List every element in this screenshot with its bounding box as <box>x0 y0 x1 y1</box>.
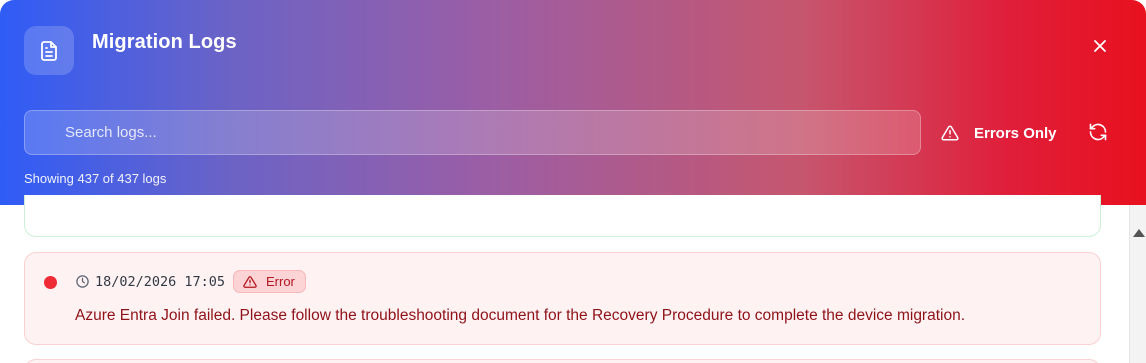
log-entry-previous <box>24 195 1101 237</box>
log-entry: 18/02/2026 17:05 Error Azure Entra Join … <box>24 252 1101 345</box>
migration-logs-modal: Migration Logs Errors Only Showing 4 <box>0 0 1146 363</box>
document-icon <box>24 26 74 75</box>
log-list: 18/02/2026 17:05 Error Azure Entra Join … <box>0 195 1146 363</box>
scroll-up-arrow-icon[interactable] <box>1133 229 1145 237</box>
log-level-label: Error <box>266 274 295 289</box>
search-input[interactable] <box>24 110 921 155</box>
clock-icon <box>76 275 89 288</box>
log-level-badge: Error <box>233 270 306 293</box>
log-entry-next <box>24 359 1101 363</box>
refresh-icon <box>1089 123 1107 141</box>
warning-icon <box>243 275 257 288</box>
close-icon <box>1094 40 1106 52</box>
modal-title: Migration Logs <box>92 31 237 53</box>
refresh-button[interactable] <box>1088 122 1108 142</box>
error-status-dot <box>44 276 57 289</box>
scrollbar[interactable] <box>1129 205 1146 363</box>
errors-only-toggle[interactable]: Errors Only <box>941 118 1057 148</box>
errors-only-label: Errors Only <box>974 124 1057 142</box>
log-timestamp: 18/02/2026 17:05 <box>95 274 226 290</box>
log-count: Showing 437 of 437 logs <box>24 171 167 186</box>
close-button[interactable] <box>1090 36 1110 56</box>
log-message: Azure Entra Join failed. Please follow t… <box>75 307 966 324</box>
modal-header: Migration Logs Errors Only Showing 4 <box>0 0 1146 205</box>
warning-icon <box>941 125 959 141</box>
